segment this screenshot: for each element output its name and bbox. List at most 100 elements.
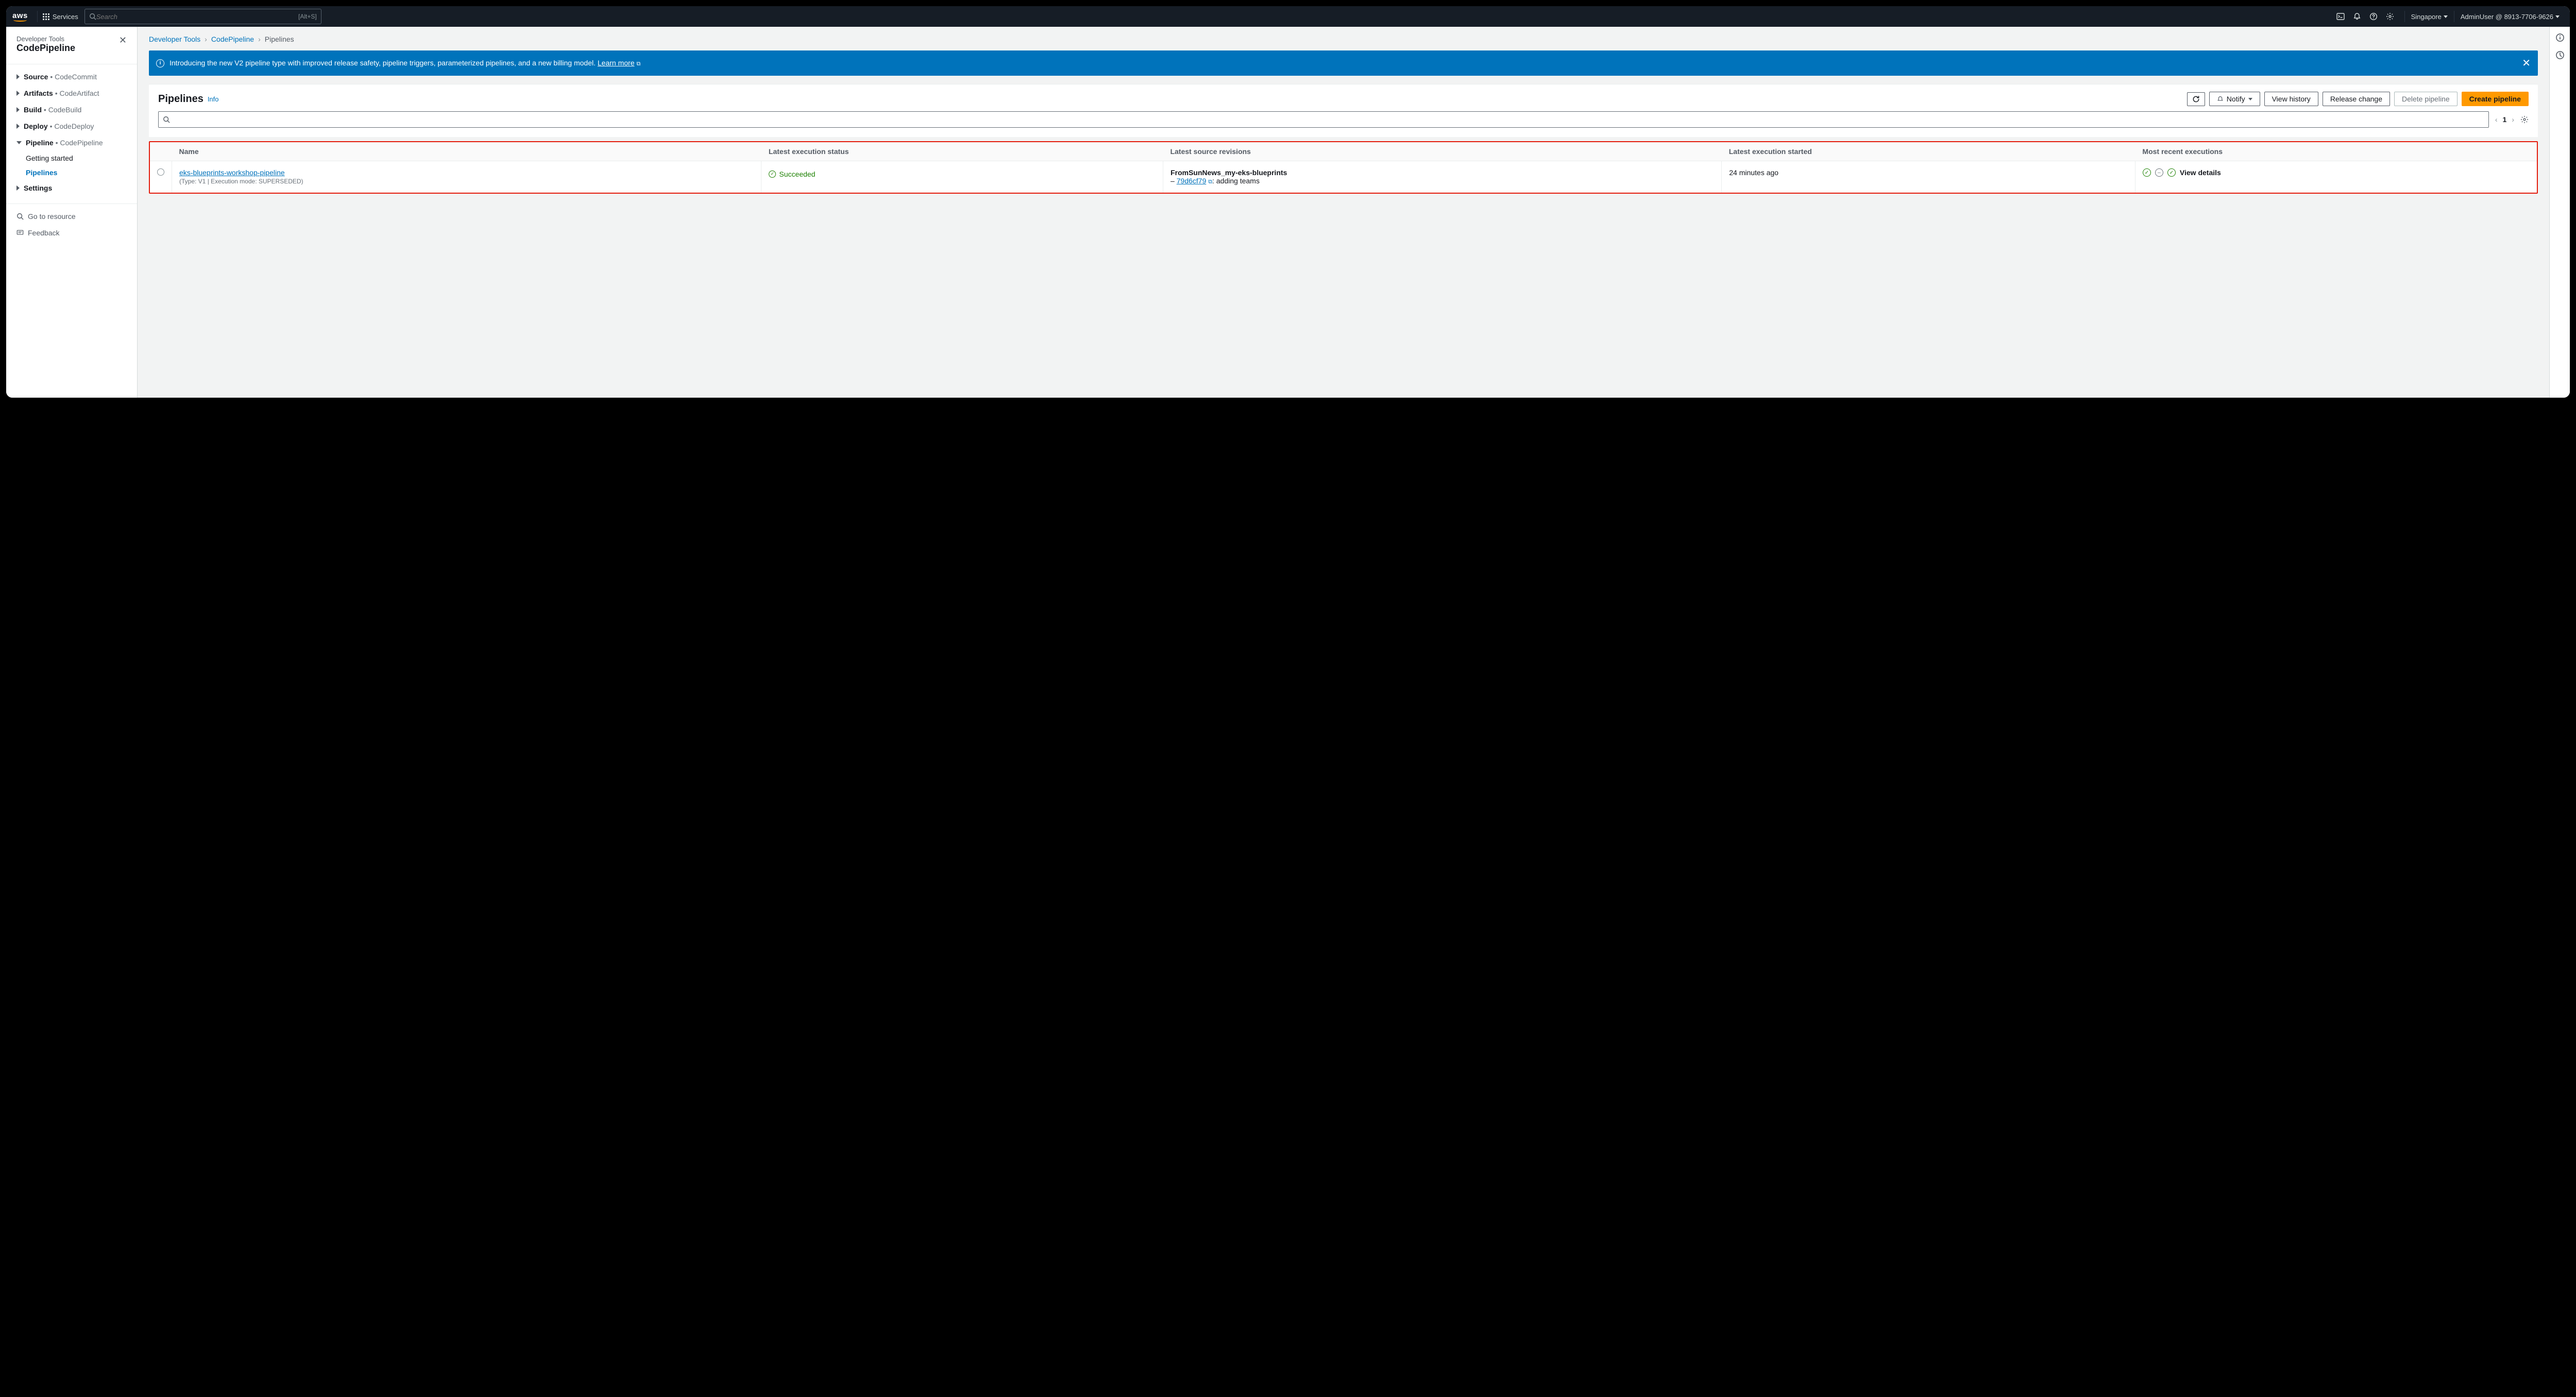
status-label: Succeeded <box>779 170 815 178</box>
feedback-label: Feedback <box>28 229 59 237</box>
sidebar-service: CodePipeline <box>16 43 75 54</box>
sidebar-item-sublabel: CodeArtifact <box>59 89 99 97</box>
caret-down-icon <box>2555 15 2560 18</box>
sidebar-item-label: Artifacts <box>24 89 53 97</box>
view-history-button[interactable]: View history <box>2264 92 2318 106</box>
revision-message: : adding teams <box>1212 177 1260 185</box>
pipeline-name-link[interactable]: eks-blueprints-workshop-pipeline <box>179 168 285 177</box>
tutorials-panel-icon[interactable] <box>2555 50 2565 60</box>
cloudshell-icon[interactable] <box>2336 12 2353 21</box>
release-change-button[interactable]: Release change <box>2323 92 2390 106</box>
col-name[interactable]: Name <box>172 142 761 161</box>
banner-learn-more[interactable]: Learn more <box>598 59 635 67</box>
go-to-resource-label: Go to resource <box>28 212 76 220</box>
sidebar-item-pipeline[interactable]: Pipeline • CodePipeline <box>6 134 137 151</box>
settings-icon[interactable] <box>2386 12 2402 21</box>
breadcrumb-codepipeline[interactable]: CodePipeline <box>211 35 254 43</box>
sidebar-item-label: Deploy <box>24 122 48 130</box>
breadcrumb: Developer Tools › CodePipeline › Pipelin… <box>149 35 2538 43</box>
account-menu[interactable]: AdminUser @ 8913-7706-9626 <box>2456 13 2564 21</box>
global-search[interactable]: [Alt+S] <box>84 9 321 24</box>
sidebar-item-label: Settings <box>24 184 52 192</box>
search-input[interactable] <box>96 13 298 21</box>
notify-button[interactable]: Notify <box>2209 92 2260 106</box>
aws-logo[interactable]: aws <box>12 11 28 22</box>
sidebar-item-sublabel: CodePipeline <box>60 139 103 147</box>
panel-info-link[interactable]: Info <box>208 95 219 103</box>
row-select-radio[interactable] <box>157 168 164 176</box>
refresh-button[interactable] <box>2187 92 2205 106</box>
sidebar-item-build[interactable]: Build • CodeBuild <box>6 101 137 118</box>
col-status[interactable]: Latest execution status <box>761 142 1163 161</box>
main-content: Developer Tools › CodePipeline › Pipelin… <box>138 27 2549 398</box>
sidebar-item-label: Build <box>24 106 42 114</box>
sidebar-item-sublabel: CodeBuild <box>48 106 82 114</box>
caret-right-icon <box>16 185 20 191</box>
feedback-link[interactable]: Feedback <box>6 225 137 241</box>
pager-prev[interactable]: ‹ <box>2495 115 2498 124</box>
pager-current: 1 <box>2503 115 2507 124</box>
go-to-resource[interactable]: Go to resource <box>6 208 137 225</box>
banner-text: Introducing the new V2 pipeline type wit… <box>170 59 598 67</box>
chevron-right-icon: › <box>258 35 261 43</box>
revision-source: FromSunNews_my-eks-blueprints <box>1171 168 1287 177</box>
col-started[interactable]: Latest execution started <box>1722 142 2136 161</box>
sidebar-item-label: Source <box>24 73 48 81</box>
sidebar-sub-pipelines[interactable]: Pipelines <box>6 165 137 180</box>
info-panel-icon[interactable] <box>2555 33 2565 42</box>
region-selector[interactable]: Singapore <box>2407 13 2452 21</box>
external-link-icon: ⧉ <box>636 61 640 67</box>
search-icon <box>89 13 96 20</box>
help-icon[interactable] <box>2369 12 2386 21</box>
breadcrumb-devtools[interactable]: Developer Tools <box>149 35 200 43</box>
sidebar-item-source[interactable]: Source • CodeCommit <box>6 69 137 85</box>
col-revisions[interactable]: Latest source revisions <box>1163 142 1721 161</box>
panel-title: Pipelines <box>158 93 204 105</box>
table-settings-icon[interactable] <box>2520 115 2529 124</box>
execution-stopped-icon: – <box>2155 168 2163 177</box>
sidebar-item-artifacts[interactable]: Artifacts • CodeArtifact <box>6 85 137 101</box>
search-icon <box>16 213 24 220</box>
check-circle-icon: ✓ <box>769 171 776 178</box>
service-sidebar: Developer Tools CodePipeline ✕ Source • … <box>6 27 138 398</box>
info-banner: i Introducing the new V2 pipeline type w… <box>149 50 2538 76</box>
chevron-right-icon: › <box>205 35 207 43</box>
services-label: Services <box>53 13 78 21</box>
external-link-icon: ⧉ <box>1208 179 1212 185</box>
sidebar-sub-getting-started[interactable]: Getting started <box>6 151 137 165</box>
view-details-link[interactable]: View details <box>2180 168 2221 177</box>
filter-input[interactable] <box>173 115 2484 124</box>
filter-input-wrap[interactable] <box>158 111 2489 128</box>
sidebar-close-icon[interactable]: ✕ <box>119 35 127 46</box>
table-row: eks-blueprints-workshop-pipeline (Type: … <box>150 161 2537 193</box>
delete-pipeline-button[interactable]: Delete pipeline <box>2394 92 2458 106</box>
caret-down-icon <box>2444 15 2448 18</box>
services-menu[interactable]: Services <box>43 13 78 21</box>
pipelines-table-highlight: Name Latest execution status Latest sour… <box>149 141 2538 194</box>
pipelines-table: Name Latest execution status Latest sour… <box>150 142 2537 193</box>
search-shortcut: [Alt+S] <box>298 13 317 20</box>
sidebar-item-label: Pipeline <box>26 139 54 147</box>
feedback-icon <box>16 229 24 236</box>
revision-dash: – <box>1171 177 1177 185</box>
notifications-icon[interactable] <box>2353 12 2369 21</box>
col-recent[interactable]: Most recent executions <box>2135 142 2537 161</box>
sidebar-category: Developer Tools <box>16 35 75 43</box>
caret-down-icon <box>16 141 22 144</box>
create-pipeline-button[interactable]: Create pipeline <box>2462 92 2529 106</box>
caret-right-icon <box>16 107 20 112</box>
bell-icon <box>2217 96 2224 103</box>
pager: ‹ 1 › <box>2495 115 2514 124</box>
banner-close-icon[interactable]: ✕ <box>2522 57 2531 70</box>
sidebar-item-settings[interactable]: Settings <box>6 180 137 196</box>
pager-next[interactable]: › <box>2512 115 2514 124</box>
caret-right-icon <box>16 124 20 129</box>
execution-success-icon: ✓ <box>2167 168 2176 177</box>
sidebar-item-deploy[interactable]: Deploy • CodeDeploy <box>6 118 137 134</box>
execution-started: 24 minutes ago <box>1722 161 2136 193</box>
global-nav: aws Services [Alt+S] Singapore <box>6 6 2570 27</box>
revision-hash-link[interactable]: 79d6cf79 <box>1177 177 1207 185</box>
refresh-icon <box>2192 95 2200 103</box>
caret-right-icon <box>16 74 20 79</box>
breadcrumb-current: Pipelines <box>265 35 294 43</box>
